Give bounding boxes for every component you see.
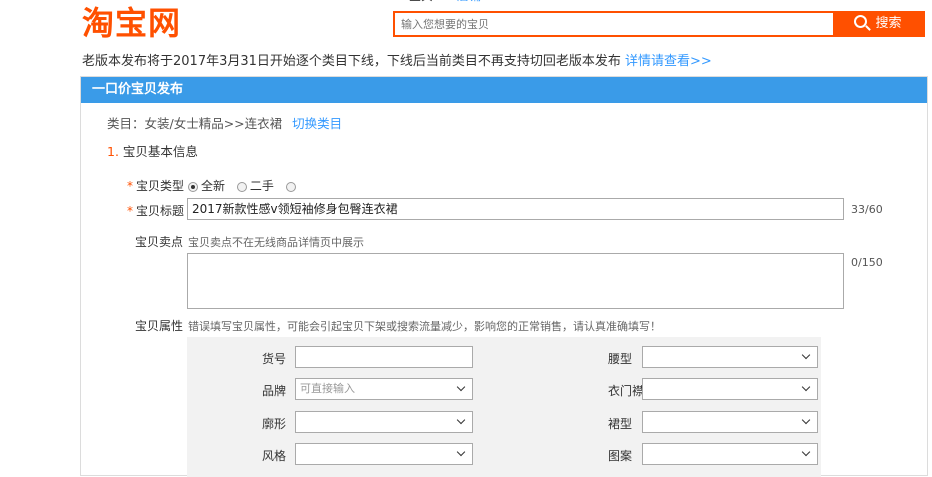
attributes-hint: 错误填写宝贝属性，可能会引起宝贝下架或搜索流量减少，影响您的正常销售，请认真准确… — [188, 320, 661, 333]
attr-pattern-select[interactable] — [642, 443, 818, 465]
switch-category-link[interactable]: 切换类目 — [292, 116, 342, 131]
attr-label-pattern: 图案 — [607, 449, 632, 463]
chevron-down-icon — [456, 447, 466, 457]
chevron-down-icon — [801, 350, 811, 360]
tab-items[interactable]: 宝贝 — [409, 0, 433, 6]
category-path: 类目：女装/女士精品>>连衣裙 — [107, 116, 283, 131]
chevron-down-icon — [801, 415, 811, 425]
attr-style-select[interactable] — [295, 443, 473, 465]
item-title-label: * 宝贝标题 — [127, 204, 185, 218]
selling-point-counter: 0/150 — [851, 256, 883, 269]
attr-label-silhouette: 廓形 — [261, 417, 286, 431]
chevron-down-icon — [456, 415, 466, 425]
attr-waist-select[interactable] — [642, 346, 818, 368]
attr-label-brand: 品牌 — [261, 384, 286, 398]
selling-point-hint: 宝贝卖点不在无线商品详情页中展示 — [188, 236, 364, 249]
radio-used-label: 二手 — [249, 179, 274, 193]
title-counter: 33/60 — [851, 203, 883, 216]
attr-label-style: 风格 — [261, 449, 286, 463]
radio-used[interactable] — [236, 182, 247, 192]
attr-label-placket: 衣门襟 — [607, 384, 644, 398]
radio-new-label: 全新 — [201, 179, 226, 193]
attr-label-waist: 腰型 — [607, 352, 632, 366]
chevron-down-icon — [801, 447, 811, 457]
search-button-label: 搜索 — [875, 16, 902, 31]
section-label: 宝贝基本信息 — [122, 144, 198, 159]
search-button[interactable]: 搜索 — [833, 13, 923, 35]
search-input[interactable] — [395, 13, 831, 35]
notice-details-link[interactable]: 详情请查看>> — [625, 54, 712, 69]
item-type-options: 全新 二手 — [188, 177, 299, 194]
search-bar: 搜索 — [393, 11, 925, 37]
attr-silhouette-select[interactable] — [295, 411, 473, 433]
attr-label-skirt-type: 裙型 — [607, 417, 632, 431]
notice-text: 老版本发布将于2017年3月31日开始逐个类目下线，下线后当前类目不再支持切回老… — [82, 54, 626, 69]
tab-shops[interactable]: 店铺 — [457, 0, 481, 6]
section-number: 1. — [107, 144, 119, 159]
search-tabs: 宝贝 店铺 — [395, 0, 930, 8]
attr-brand-select[interactable]: 可直接输入 — [295, 378, 473, 400]
attr-placket-select[interactable] — [642, 378, 818, 400]
category-line: 类目：女装/女士精品>>连衣裙 切换类目 — [107, 113, 342, 132]
search-icon — [854, 15, 868, 28]
chevron-down-icon — [801, 382, 811, 392]
panel-title: 一口价宝贝发布 — [81, 77, 927, 103]
selling-point-textarea[interactable] — [187, 253, 844, 309]
section-heading: 1. 宝贝基本信息 — [107, 141, 198, 160]
attr-label-item-no: 货号 — [261, 352, 286, 366]
attr-item-no-input[interactable] — [295, 346, 473, 368]
selling-point-label: 宝贝卖点 — [135, 235, 184, 249]
chevron-down-icon — [456, 382, 466, 392]
attributes-label: 宝贝属性 — [135, 319, 184, 333]
taobao-logo[interactable]: 淘宝网 — [82, 0, 181, 44]
version-notice: 老版本发布将于2017年3月31日开始逐个类目下线，下线后当前类目不再支持切回老… — [82, 50, 712, 69]
item-type-label: * 宝贝类型 — [127, 179, 185, 193]
item-title-input[interactable]: 2017新款性感v领短袖修身包臀连衣裙 — [187, 198, 844, 220]
radio-other[interactable] — [285, 182, 296, 192]
attr-skirt-type-select[interactable] — [642, 411, 818, 433]
radio-new[interactable] — [188, 182, 198, 192]
